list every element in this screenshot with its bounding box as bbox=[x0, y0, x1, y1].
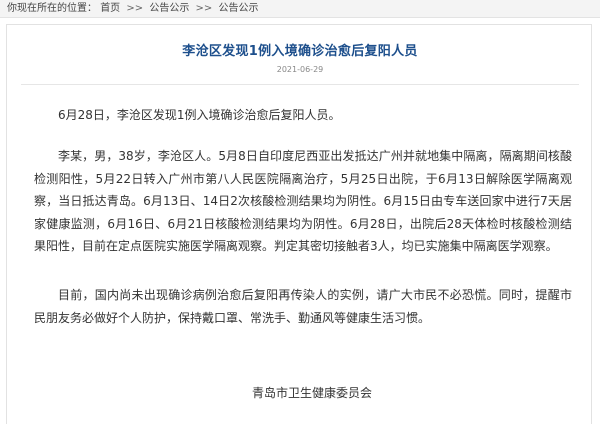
breadcrumb-prefix: 你现在所在的位置： bbox=[7, 3, 97, 14]
article-date: 2021-06-29 bbox=[276, 65, 324, 74]
breadcrumb-link-notices[interactable]: 公告公示 bbox=[149, 3, 189, 14]
article-paragraph-2: 李某，男，38岁，李沧区人。5月8日自印度尼西亚出发抵达广州并就地集中隔离，隔离… bbox=[34, 149, 572, 253]
breadcrumb-link-notices-sub[interactable]: 公告公示 bbox=[218, 3, 258, 14]
breadcrumb-separator: >> bbox=[195, 3, 213, 14]
breadcrumb-link-home[interactable]: 首页 bbox=[100, 3, 120, 14]
breadcrumb-separator: >> bbox=[126, 3, 144, 14]
breadcrumb-inner: 你现在所在的位置： 首页 >> 公告公示 >> 公告公示 bbox=[7, 0, 258, 17]
article-paragraph-1: 6月28日，李沧区发现1例入境确诊治愈后复阳人员。 bbox=[58, 108, 341, 122]
article-signature: 青岛市卫生健康委员会 bbox=[251, 386, 372, 400]
article-paragraph-3: 目前，国内尚未出现确诊病例治愈后复阳再传染人的实例，请广大市民不必恐慌。同时，提… bbox=[34, 288, 572, 325]
breadcrumb: 你现在所在的位置： 首页 >> 公告公示 >> 公告公示 bbox=[0, 0, 600, 18]
article-title: 李沧区发现1例入境确诊治愈后复阳人员 bbox=[182, 44, 418, 59]
title-divider bbox=[21, 84, 579, 85]
